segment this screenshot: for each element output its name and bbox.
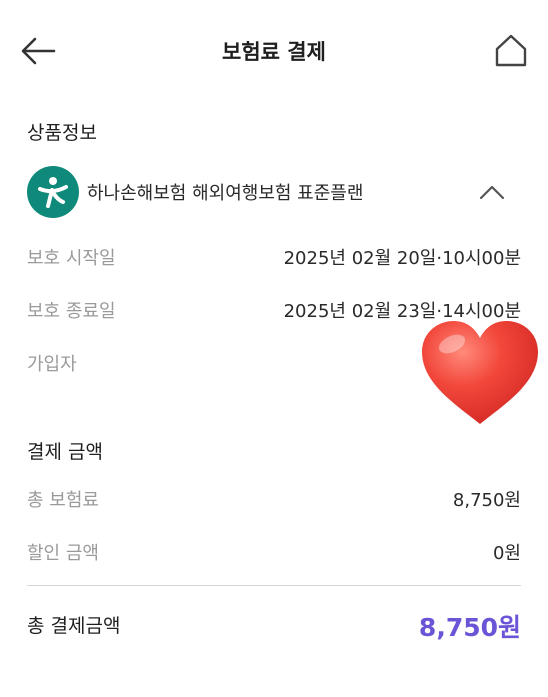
total-payment-label: 총 결제금액 [27, 615, 121, 637]
coverage-start-value: 2025년 02월 20일·10시00분 [283, 248, 521, 269]
subscriber-label: 가입자 [27, 354, 77, 375]
product-name: 하나손해보험 해외여행보험 표준플랜 [87, 183, 364, 204]
discount-value: 0원 [492, 543, 521, 564]
home-button[interactable] [492, 32, 530, 70]
payment-page: 보험료 결제 상품정보 하나손해보험 해외여행보험 표준플랜 보호 시작일 20… [0, 0, 548, 697]
top-bar: 보험료 결제 [0, 0, 548, 100]
total-premium-label: 총 보험료 [27, 490, 99, 511]
product-row[interactable]: 하나손해보험 해외여행보험 표준플랜 [27, 166, 517, 218]
coverage-end-label: 보호 종료일 [27, 301, 116, 322]
home-icon [495, 34, 527, 67]
product-info-heading: 상품정보 [27, 122, 97, 144]
collapse-toggle[interactable] [479, 182, 505, 202]
discount-label: 할인 금액 [27, 543, 99, 564]
divider [27, 585, 521, 586]
hana-insurance-logo [27, 166, 79, 218]
heart-sticker [418, 318, 542, 428]
chevron-up-icon [479, 185, 505, 200]
total-payment-value: 8,750원 [418, 613, 521, 642]
coverage-start-label: 보호 시작일 [27, 248, 116, 269]
total-premium-value: 8,750원 [452, 490, 521, 511]
page-title: 보험료 결제 [222, 40, 326, 64]
payment-amount-heading: 결제 금액 [27, 441, 103, 463]
